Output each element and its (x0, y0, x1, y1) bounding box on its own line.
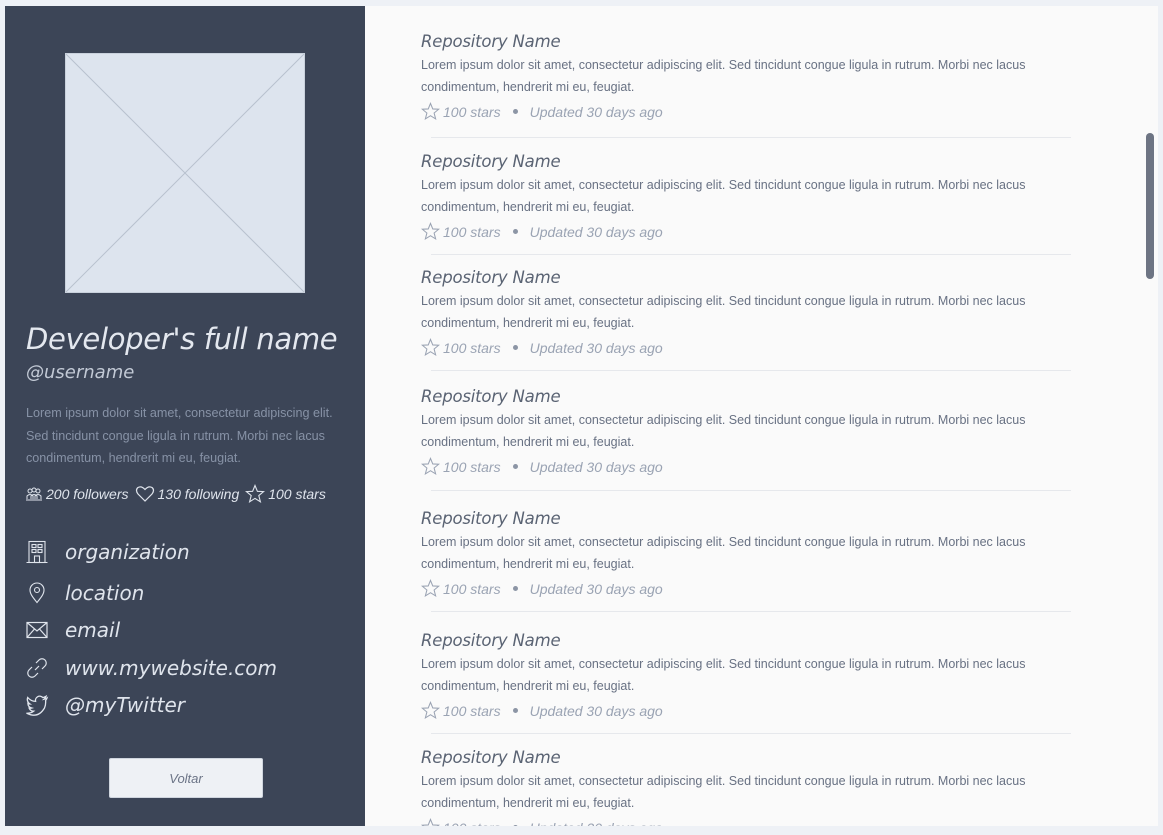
repository-item[interactable]: Repository Name Lorem ipsum dolor sit ame… (421, 152, 1071, 241)
envelope-icon (25, 618, 49, 642)
repository-name[interactable]: Repository Name (421, 387, 1071, 406)
twitter-row[interactable]: @myTwitter (25, 693, 185, 717)
website-text: www.mywebsite.com (65, 656, 278, 680)
followers-stat[interactable]: 200 followers (25, 485, 129, 503)
star-icon (421, 701, 440, 720)
building-icon (25, 540, 49, 564)
developer-bio: Lorem ipsum dolor sit amet, consectetur … (26, 406, 333, 465)
email-row[interactable]: email (25, 618, 120, 642)
repository-description: Lorem ipsum dolor sit amet, consectetur … (421, 178, 1026, 214)
repository-divider (431, 137, 1071, 138)
location-row: location (25, 581, 144, 605)
profile-sidebar: Developer's full name @username Lorem ip… (5, 6, 365, 826)
heart-icon (135, 484, 155, 504)
location-text: location (65, 581, 145, 605)
location-pin-icon (25, 581, 49, 605)
repository-item[interactable]: Repository Name Lorem ipsum dolor sit ame… (421, 748, 1071, 826)
website-row[interactable]: www.mywebsite.com (25, 656, 277, 680)
repository-description: Lorem ipsum dolor sit amet, consectetur … (421, 294, 1026, 330)
developer-full-name: Developer's full name (26, 322, 338, 356)
repository-divider (431, 733, 1071, 734)
organization-text: organization (65, 540, 190, 564)
twitter-text: @myTwitter (65, 693, 186, 717)
back-button[interactable]: Voltar (109, 758, 263, 798)
repository-stars: 100 stars (443, 580, 501, 597)
separator-dot (512, 586, 518, 591)
repository-meta: 100 stars Updated 30 days ago (421, 579, 1071, 598)
repository-stars: 100 stars (443, 223, 501, 240)
repository-updated: Updated 30 days ago (530, 820, 663, 827)
separator-dot (512, 345, 518, 350)
repository-meta: 100 stars Updated 30 days ago (421, 457, 1071, 476)
separator-dot (512, 708, 518, 713)
repository-meta: 100 stars Updated 30 days ago (421, 222, 1071, 241)
vertical-scrollbar[interactable] (1146, 133, 1154, 279)
repository-updated: Updated 30 days ago (529, 339, 663, 356)
repository-updated: Updated 30 days ago (529, 458, 663, 475)
separator-dot (512, 825, 518, 826)
followers-count: 200 followers (46, 486, 129, 502)
app-frame: Developer's full name @username Lorem ip… (5, 6, 1158, 826)
organization-row: organization (25, 540, 190, 564)
star-icon (421, 338, 440, 357)
repository-divider (431, 490, 1071, 491)
repository-description: Lorem ipsum dolor sit amet, consectetur … (421, 774, 1026, 810)
twitter-icon (25, 693, 49, 717)
developer-username: @username (26, 362, 135, 383)
repository-updated: Updated 30 days ago (529, 103, 663, 120)
repository-description: Lorem ipsum dolor sit amet, consectetur … (421, 657, 1026, 693)
separator-dot (512, 229, 518, 234)
repository-name[interactable]: Repository Name (421, 748, 1071, 767)
repository-stars: 100 stars (443, 103, 501, 120)
repository-updated: Updated 30 days ago (529, 580, 663, 597)
repository-stars: 100 stars (443, 820, 501, 827)
star-icon (421, 222, 440, 241)
repository-description: Lorem ipsum dolor sit amet, consectetur … (421, 58, 1026, 94)
repository-divider (431, 611, 1071, 612)
following-count: 130 following (157, 486, 240, 502)
separator-dot (512, 464, 518, 469)
profile-stats: 200 followers 130 following 100 stars (25, 484, 332, 504)
repository-updated: Updated 30 days ago (529, 702, 663, 719)
star-icon (421, 102, 440, 121)
repository-description: Lorem ipsum dolor sit amet, consectetur … (421, 535, 1026, 571)
repository-name[interactable]: Repository Name (421, 509, 1071, 528)
repository-meta: 100 stars Updated 30 days ago (421, 102, 1071, 121)
star-icon (421, 818, 440, 826)
repository-name[interactable]: Repository Name (421, 152, 1071, 171)
repository-divider (431, 370, 1071, 371)
repository-list: Repository Name Lorem ipsum dolor sit ame… (365, 6, 1158, 826)
stars-stat[interactable]: 100 stars (245, 484, 326, 504)
repository-updated: Updated 30 days ago (529, 223, 663, 240)
repository-item[interactable]: Repository Name Lorem ipsum dolor sit ame… (421, 387, 1071, 476)
star-icon (421, 457, 440, 476)
star-icon (421, 579, 440, 598)
star-icon (245, 484, 266, 504)
repository-divider (431, 254, 1071, 255)
repository-meta: 100 stars Updated 30 days ago (421, 818, 1071, 826)
repository-stars: 100 stars (443, 339, 501, 356)
repository-item[interactable]: Repository Name Lorem ipsum dolor sit ame… (421, 32, 1071, 121)
repository-name[interactable]: Repository Name (421, 631, 1071, 650)
stars-count: 100 stars (268, 486, 326, 502)
repository-item[interactable]: Repository Name Lorem ipsum dolor sit ame… (421, 631, 1071, 720)
separator-dot (512, 109, 518, 114)
repository-name[interactable]: Repository Name (421, 268, 1071, 287)
repository-item[interactable]: Repository Name Lorem ipsum dolor sit ame… (421, 268, 1071, 357)
link-icon (25, 656, 49, 680)
people-icon (25, 485, 43, 503)
repository-item[interactable]: Repository Name Lorem ipsum dolor sit ame… (421, 509, 1071, 598)
email-text: email (65, 618, 121, 642)
repository-stars: 100 stars (443, 458, 501, 475)
following-stat[interactable]: 130 following (135, 484, 240, 504)
repository-meta: 100 stars Updated 30 days ago (421, 338, 1071, 357)
repository-meta: 100 stars Updated 30 days ago (421, 701, 1071, 720)
repository-name[interactable]: Repository Name (421, 32, 1071, 51)
repository-description: Lorem ipsum dolor sit amet, consectetur … (421, 413, 1026, 449)
repository-stars: 100 stars (443, 702, 501, 719)
avatar-placeholder (65, 53, 305, 293)
